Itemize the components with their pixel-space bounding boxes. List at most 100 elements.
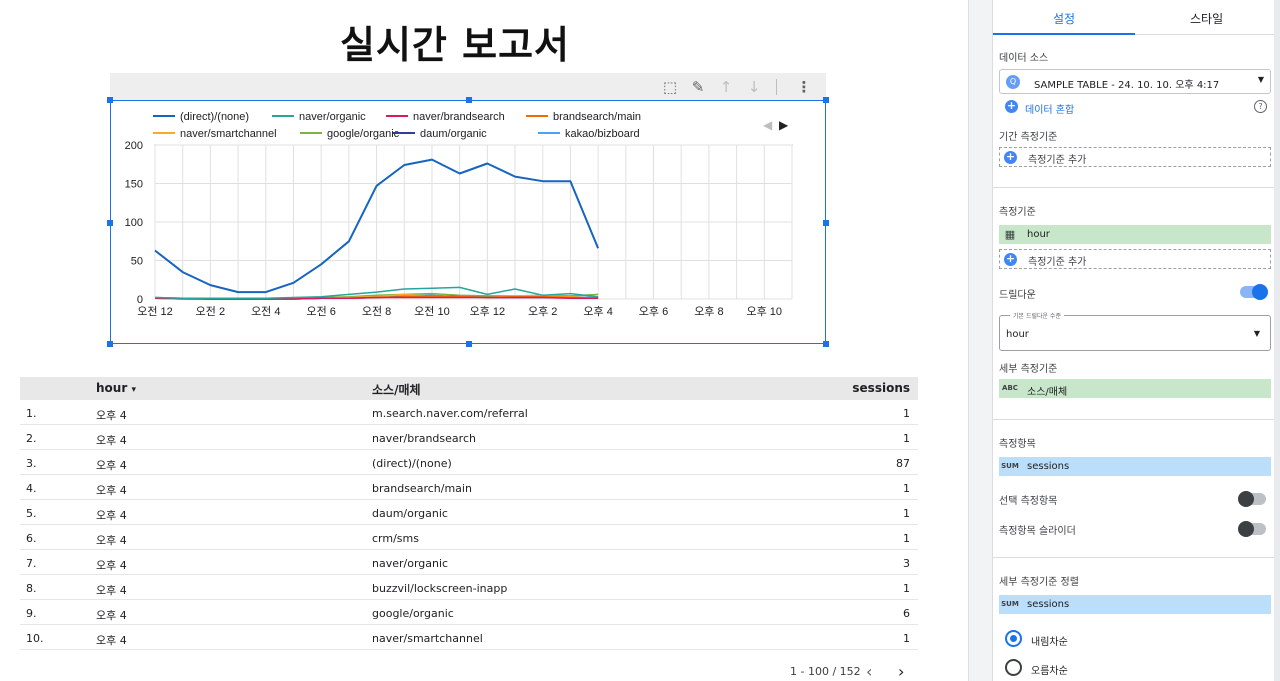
- cell-hour: 오후 4: [96, 509, 127, 522]
- table-body: 1. 오후 4 m.search.naver.com/referral 1 2. 오후 4…: [20, 400, 918, 650]
- metric-slider-toggle[interactable]: [1238, 521, 1266, 537]
- add-icon: +: [1004, 150, 1017, 164]
- x-tick-label: 오후 6: [639, 305, 668, 318]
- table-row[interactable]: 6. 오후 4 crm/sms 1: [20, 525, 918, 550]
- legend-label: naver/smartchannel: [180, 128, 277, 140]
- next-page-icon[interactable]: ›: [898, 662, 904, 681]
- sort-asc-radio[interactable]: [1005, 659, 1022, 676]
- cell-source: buzzvil/lockscreen-inapp: [372, 582, 508, 595]
- header-hour[interactable]: hour ▾: [96, 381, 136, 395]
- row-number: 6.: [26, 532, 37, 545]
- scrollbar-track[interactable]: [1274, 0, 1280, 681]
- optional-metrics-toggle[interactable]: [1238, 491, 1266, 507]
- divider: [993, 187, 1280, 188]
- row-number: 4.: [26, 482, 37, 495]
- sum-icon: SUM: [1001, 600, 1019, 608]
- more-icon[interactable]: ⋮: [794, 77, 814, 97]
- cell-source: m.search.naver.com/referral: [372, 407, 528, 420]
- edit-icon[interactable]: ✎: [688, 77, 708, 97]
- metric-slider-label: 측정항목 슬라이더: [999, 526, 1076, 537]
- dropdown-icon: ▼: [1253, 329, 1260, 338]
- divider: [993, 419, 1280, 420]
- table-header: hour ▾ 소스/매체 sessions: [20, 377, 918, 400]
- breakdown-chip[interactable]: ABC 소스/매체: [999, 379, 1271, 398]
- cell-sessions: 6: [903, 607, 910, 620]
- table-row[interactable]: 2. 오후 4 naver/brandsearch 1: [20, 425, 918, 450]
- table-row[interactable]: 8. 오후 4 buzzvil/lockscreen-inapp 1: [20, 575, 918, 600]
- table-row[interactable]: 9. 오후 4 google/organic 6: [20, 600, 918, 625]
- dimension-chip[interactable]: ▦ hour: [999, 225, 1271, 244]
- cell-source: daum/organic: [372, 507, 448, 520]
- legend-label: kakao/bizboard: [565, 128, 640, 140]
- cell-hour: 오후 4: [96, 634, 127, 647]
- arrow-down-icon[interactable]: ↓: [744, 77, 764, 97]
- time-series-chart: 200 150 100 50 0오전 12 오전 2 오전 4 오전 6 오전 8 오전 10 오후…: [125, 111, 793, 318]
- y-tick-label: 50: [131, 256, 143, 268]
- text-type-icon: ABC: [1002, 384, 1018, 392]
- cell-hour: 오후 4: [96, 459, 127, 472]
- cell-source: crm/sms: [372, 532, 419, 545]
- x-tick-label: 오후 2: [528, 305, 557, 318]
- sort-metric-chip[interactable]: SUM sessions: [999, 595, 1271, 614]
- data-source-icon: Q: [1006, 75, 1020, 89]
- sort-asc-label: 오름차순: [1031, 666, 1068, 677]
- table-row[interactable]: 1. 오후 4 m.search.naver.com/referral 1: [20, 400, 918, 425]
- add-dimension[interactable]: + 측정기준 추가: [999, 249, 1271, 269]
- cell-hour: 오후 4: [96, 609, 127, 622]
- add-icon: +: [1005, 99, 1018, 113]
- cell-sessions: 1: [903, 632, 910, 645]
- legend-label: google/organic: [327, 128, 400, 140]
- default-drill-select[interactable]: 기본 드릴다운 수준 hour ▼: [999, 311, 1271, 351]
- select-icon[interactable]: ⬚: [660, 77, 680, 97]
- row-number: 1.: [26, 407, 37, 420]
- prev-page-icon[interactable]: ‹: [866, 662, 872, 681]
- table-row[interactable]: 5. 오후 4 daum/organic 1: [20, 500, 918, 525]
- y-tick-label: 150: [125, 179, 143, 191]
- data-source-select[interactable]: Q SAMPLE TABLE - 24. 10. 10. 오후 4:17 ▼: [999, 69, 1271, 94]
- active-tab-indicator: [993, 33, 1135, 35]
- add-date-dimension[interactable]: + 측정기준 추가: [999, 147, 1271, 167]
- cell-sessions: 1: [903, 507, 910, 520]
- x-tick-label: 오전 6: [306, 305, 335, 318]
- tab-setup[interactable]: 설정: [1053, 10, 1075, 27]
- cell-hour: 오후 4: [96, 434, 127, 447]
- cell-sessions: 1: [903, 582, 910, 595]
- drilldown-label: 드릴다운: [999, 290, 1036, 301]
- row-number: 2.: [26, 432, 37, 445]
- data-table: hour ▾ 소스/매체 sessions 1. 오후 4 m.search.nav…: [20, 377, 918, 650]
- panel-tabs: 설정 스타일: [993, 0, 1280, 35]
- sort-desc-radio[interactable]: [1005, 630, 1022, 647]
- x-tick-label: 오전 4: [251, 305, 280, 318]
- table-row[interactable]: 3. 오후 4 (direct)/(none) 87: [20, 450, 918, 475]
- cell-hour: 오후 4: [96, 534, 127, 547]
- tab-style[interactable]: 스타일: [1190, 10, 1223, 27]
- row-number: 10.: [26, 632, 44, 645]
- metric-chip[interactable]: SUM sessions: [999, 457, 1271, 476]
- panel-gutter: [968, 0, 992, 681]
- header-sessions[interactable]: sessions: [852, 381, 910, 395]
- x-tick-label: 오후 8: [694, 305, 723, 318]
- data-source-value: SAMPLE TABLE - 24. 10. 10. 오후 4:17: [1034, 80, 1220, 91]
- cell-source: naver/brandsearch: [372, 432, 476, 445]
- cell-source: (direct)/(none): [372, 457, 452, 470]
- table-row[interactable]: 7. 오후 4 naver/organic 3: [20, 550, 918, 575]
- table-row[interactable]: 10. 오후 4 naver/smartchannel 1: [20, 625, 918, 650]
- table-row[interactable]: 4. 오후 4 brandsearch/main 1: [20, 475, 918, 500]
- drilldown-toggle[interactable]: [1240, 284, 1268, 300]
- date-dimension-label: 기간 측정기준: [999, 132, 1058, 143]
- legend-prev-icon: ◀: [763, 118, 773, 132]
- optional-metrics-label: 선택 측정항목: [999, 496, 1058, 507]
- arrow-up-icon[interactable]: ↑: [716, 77, 736, 97]
- x-tick-label: 오후 10: [747, 305, 783, 318]
- legend-next-icon: ▶: [779, 118, 789, 132]
- sum-icon: SUM: [1001, 462, 1019, 470]
- toggle-knob: [1238, 521, 1254, 537]
- add-icon: +: [1004, 252, 1017, 266]
- pagination-text: 1 - 100 / 152: [790, 665, 861, 678]
- help-icon[interactable]: ?: [1254, 100, 1267, 113]
- cell-sessions: 1: [903, 432, 910, 445]
- header-source[interactable]: 소스/매체: [372, 381, 421, 398]
- breakdown-sort-label: 세부 측정기준 정렬: [999, 577, 1079, 588]
- legend-label: naver/brandsearch: [413, 111, 505, 123]
- cell-hour: 오후 4: [96, 409, 127, 422]
